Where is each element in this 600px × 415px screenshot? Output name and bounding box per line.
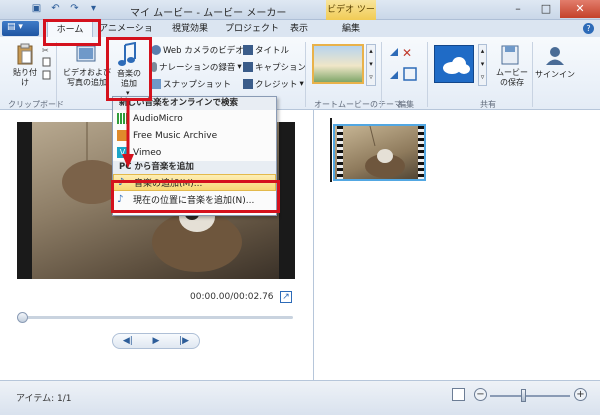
undo-icon[interactable]: ↶ [49,2,62,15]
webcam-label: Web カメラのビデオ [163,46,244,56]
window-title: マイ ムービー - ムービー メーカー [130,8,287,19]
storyboard-clip[interactable] [333,124,426,181]
caption-label: キャプション [255,63,307,73]
zoom-out-button[interactable]: − [474,388,487,401]
minimize-button[interactable]: – [504,0,532,18]
cloud-icon [443,57,470,74]
qat-menu-icon[interactable]: ▾ [87,2,100,15]
seek-bar[interactable] [19,316,293,319]
automovie-group-label: オートムービーのテーマ [314,100,402,109]
tab-animation[interactable]: アニメーション [96,21,156,50]
film-strip-right [418,126,424,179]
chevron-down-icon: ▾ [237,62,242,72]
close-button[interactable]: ✕ [560,0,600,18]
tab-view[interactable]: 表示 [284,21,314,37]
share-gallery-scroll[interactable]: ▴ ▾ ▿ [478,44,487,86]
webcam-icon [151,45,161,55]
save-icon[interactable]: ▣ [30,2,43,15]
save-movie-button[interactable]: ムービーの保存 [494,68,530,88]
automovie-theme-thumbnail[interactable] [312,44,364,84]
red-arrow-icon [122,100,134,168]
paste-icon[interactable] [16,43,34,65]
narration-label: ナレーションの録音 [159,63,236,73]
theme-gallery-scroll[interactable]: ▴ ▾ ▿ [366,44,376,86]
tab-visual-effects[interactable]: 視覚効果 [162,21,218,37]
item-count: アイテム: 1/1 [16,394,72,404]
share-group-label: 共有 [480,100,496,109]
highlight-add-music-button [106,37,152,101]
snapshot-button[interactable]: スナップショット [151,78,231,90]
webcam-video-button[interactable]: Web カメラのビデオ [151,44,244,56]
help-icon[interactable]: ? [583,23,594,34]
play-icon[interactable]: ▶ [153,336,160,346]
add-video-photo-button[interactable]: ビデオおよび写真の追加 [62,68,112,88]
paste-button[interactable]: 貼り付け [10,68,40,88]
zoom-slider[interactable] [490,395,570,397]
menu-item-label: AudioMicro [133,113,183,124]
snapshot-label: スナップショット [163,80,232,90]
menu-item-label: Free Music Archive [133,130,218,141]
previous-frame-icon[interactable]: ◀| [123,336,133,346]
snapshot-icon [151,79,161,89]
signin-button[interactable]: サインイン [534,70,576,80]
user-icon[interactable] [544,44,566,66]
menu-item-vimeo[interactable]: V Vimeo [113,144,276,161]
quick-access-toolbar: ▣ ↶ ↷ ▾ [30,2,100,15]
aspect-ratio-icon[interactable] [452,388,465,401]
title-icon [243,45,253,55]
tab-project[interactable]: プロジェクト [222,21,282,37]
title-bar: ▣ ↶ ↷ ▾ マイ ムービー - ムービー メーカー ビデオ ツール – □ … [0,0,600,35]
clipboard-small-icons: ✂ [42,46,51,80]
menu-item-audiomicro[interactable]: AudioMicro [113,110,276,127]
menu-item-label: Vimeo [133,147,162,158]
narration-button[interactable]: ナレーションの録音 ▾ [151,61,242,73]
title-button[interactable]: タイトル [243,44,289,56]
highlight-home-tab [43,19,101,46]
maximize-button[interactable]: □ [532,0,560,18]
playback-controls: ◀| ▶ |▶ [112,333,200,349]
highlight-add-music-menu-item [111,180,280,213]
svg-text:✕: ✕ [402,46,412,60]
fullscreen-icon[interactable]: ↗ [280,291,292,303]
zoom-in-button[interactable]: + [574,388,587,401]
next-frame-icon[interactable]: |▶ [179,336,189,346]
add-video-photo-icon[interactable] [76,43,98,65]
svg-text:✂: ✂ [42,46,49,55]
menu-item-free-music-archive[interactable]: Free Music Archive [113,127,276,144]
chevron-down-icon: ▾ [299,79,304,89]
caption-button[interactable]: キャプション [243,61,306,73]
pc-music-section-header: PC から音楽を追加 [113,161,276,174]
title-label: タイトル [255,46,290,56]
video-tools-contextual-header: ビデオ ツール [326,0,376,35]
redo-icon[interactable]: ↷ [68,2,81,15]
app-menu-button[interactable]: ▤ ▾ [2,21,39,36]
status-bar [0,380,600,415]
film-strip-left [337,126,343,179]
caption-icon [243,62,253,72]
credit-label: クレジット [255,80,298,90]
tab-edit[interactable]: 編集 [328,21,374,37]
save-movie-icon[interactable] [500,44,522,66]
zoom-slider-thumb[interactable] [521,389,526,402]
editing-group-label: 編集 [398,100,414,109]
seek-thumb[interactable] [17,312,28,323]
onedrive-share-button[interactable] [434,45,474,83]
editing-icons[interactable]: ✕ [388,46,424,84]
credit-icon [243,79,253,89]
preview-time: 00:00.00/00:02.76 [190,292,274,302]
insertion-cursor [330,118,332,182]
credit-button[interactable]: クレジット ▾ [243,78,304,90]
